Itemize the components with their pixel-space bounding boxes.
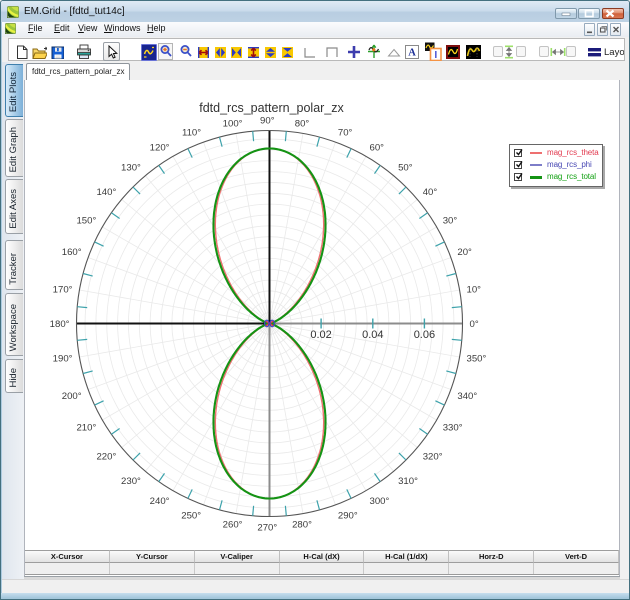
svg-text:220°: 220° <box>96 451 116 462</box>
svg-text:0.04: 0.04 <box>362 329 383 341</box>
svg-text:270°: 270° <box>257 523 277 534</box>
svg-text:310°: 310° <box>398 476 418 487</box>
svg-text:0°: 0° <box>470 319 479 330</box>
svg-text:50°: 50° <box>398 162 413 173</box>
svg-text:130°: 130° <box>121 162 141 173</box>
svg-text:300°: 300° <box>370 496 390 507</box>
svg-text:110°: 110° <box>182 128 201 139</box>
svg-text:20°: 20° <box>457 247 472 258</box>
svg-text:0.02: 0.02 <box>310 329 331 341</box>
svg-text:340°: 340° <box>457 391 477 402</box>
svg-text:290°: 290° <box>338 511 358 522</box>
svg-text:70°: 70° <box>338 128 353 139</box>
svg-text:350°: 350° <box>467 354 487 365</box>
svg-text:280°: 280° <box>292 520 312 531</box>
svg-text:210°: 210° <box>76 423 96 434</box>
svg-text:200°: 200° <box>62 391 82 402</box>
svg-text:60°: 60° <box>370 142 385 153</box>
svg-text:150°: 150° <box>76 216 96 227</box>
svg-text:180°: 180° <box>50 319 70 330</box>
svg-text:A: A <box>408 48 416 59</box>
svg-text:90°: 90° <box>260 116 275 127</box>
svg-text:230°: 230° <box>121 476 141 487</box>
svg-text:0.06: 0.06 <box>414 329 435 341</box>
svg-text:190°: 190° <box>53 354 73 365</box>
svg-text:250°: 250° <box>181 511 201 522</box>
svg-text:320°: 320° <box>423 451 443 462</box>
svg-text:240°: 240° <box>150 496 170 507</box>
svg-text:40°: 40° <box>423 187 438 198</box>
svg-text:160°: 160° <box>62 247 82 258</box>
svg-text:170°: 170° <box>53 284 73 295</box>
svg-text:10°: 10° <box>467 284 482 295</box>
svg-text:fdtd_rcs_pattern_polar_zx: fdtd_rcs_pattern_polar_zx <box>199 101 344 115</box>
svg-text:100°: 100° <box>223 119 243 130</box>
svg-text:140°: 140° <box>96 187 116 198</box>
svg-text:260°: 260° <box>223 520 243 531</box>
svg-text:330°: 330° <box>443 423 463 434</box>
svg-text:120°: 120° <box>150 142 170 153</box>
svg-text:30°: 30° <box>443 216 458 227</box>
svg-text:80°: 80° <box>295 119 310 130</box>
